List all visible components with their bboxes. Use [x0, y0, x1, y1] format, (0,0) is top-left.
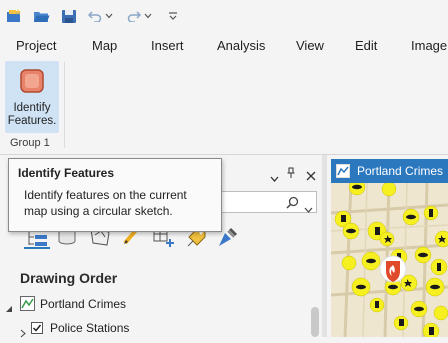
redo-icon[interactable]: [127, 7, 141, 25]
undo-icon[interactable]: [88, 7, 102, 25]
scrollbar[interactable]: [311, 307, 319, 337]
identify-features-button[interactable]: Identify Features.: [5, 61, 59, 133]
layer-visibility-checkbox[interactable]: [31, 322, 43, 334]
customize-toolbar-icon[interactable]: [167, 7, 179, 25]
tab-portland-crimes[interactable]: Portland Crimes: [331, 159, 448, 183]
map-icon: [20, 296, 35, 316]
tab-edit[interactable]: Edit: [355, 38, 377, 53]
quick-access-toolbar: [0, 0, 448, 32]
tab-view[interactable]: View: [296, 38, 324, 53]
ribbon-group-label: Group 1: [10, 137, 50, 149]
tab-analysis[interactable]: Analysis: [217, 38, 265, 53]
tab-map[interactable]: Map: [92, 38, 117, 53]
identify-features-label-line2: Features.: [7, 115, 57, 127]
map-view: Portland Crimes: [331, 159, 448, 337]
tab-project[interactable]: Project: [16, 38, 56, 53]
pin-icon[interactable]: [287, 166, 295, 184]
save-project-icon[interactable]: [60, 7, 78, 25]
map-canvas[interactable]: [331, 183, 448, 337]
ribbon: Identify Features. Group 1: [0, 58, 448, 154]
tooltip-description-line2: map using a circular sketch.: [24, 204, 173, 218]
expand-layer-icon[interactable]: [20, 325, 26, 343]
ribbon-tab-bar: Project Map Insert Analysis View Edit Im…: [0, 32, 448, 58]
undo-dropdown-chevron-down-icon[interactable]: [104, 7, 114, 25]
map-tab-title: Portland Crimes: [357, 164, 444, 178]
redo-dropdown-chevron-down-icon[interactable]: [143, 7, 153, 25]
layer-name[interactable]: Police Stations: [50, 321, 129, 335]
expand-map-icon[interactable]: [6, 300, 13, 318]
drawing-order-heading: Drawing Order: [20, 270, 118, 286]
ribbon-group-separator: [64, 62, 65, 148]
tooltip-title: Identify Features: [18, 166, 115, 180]
close-icon[interactable]: [306, 168, 316, 186]
tooltip: Identify Features Identify features on t…: [8, 158, 222, 232]
search-input[interactable]: [216, 191, 317, 213]
new-project-icon[interactable]: [5, 7, 23, 25]
police-station-marker[interactable]: [379, 255, 407, 283]
search-icon: [286, 196, 299, 214]
identify-features-icon: [20, 69, 44, 93]
pane-divider: [322, 155, 327, 337]
tab-insert[interactable]: Insert: [151, 38, 184, 53]
map-name[interactable]: Portland Crimes: [40, 297, 126, 311]
tooltip-description-line1: Identify features on the current: [24, 188, 187, 202]
search-options-chevron-down-icon[interactable]: [304, 200, 313, 218]
pane-options-chevron-down-icon[interactable]: [270, 169, 279, 187]
map-tab-icon: [336, 164, 350, 181]
tab-image[interactable]: Image: [411, 38, 447, 53]
identify-features-label-line1: Identify: [13, 102, 51, 114]
open-project-icon[interactable]: [32, 7, 50, 25]
